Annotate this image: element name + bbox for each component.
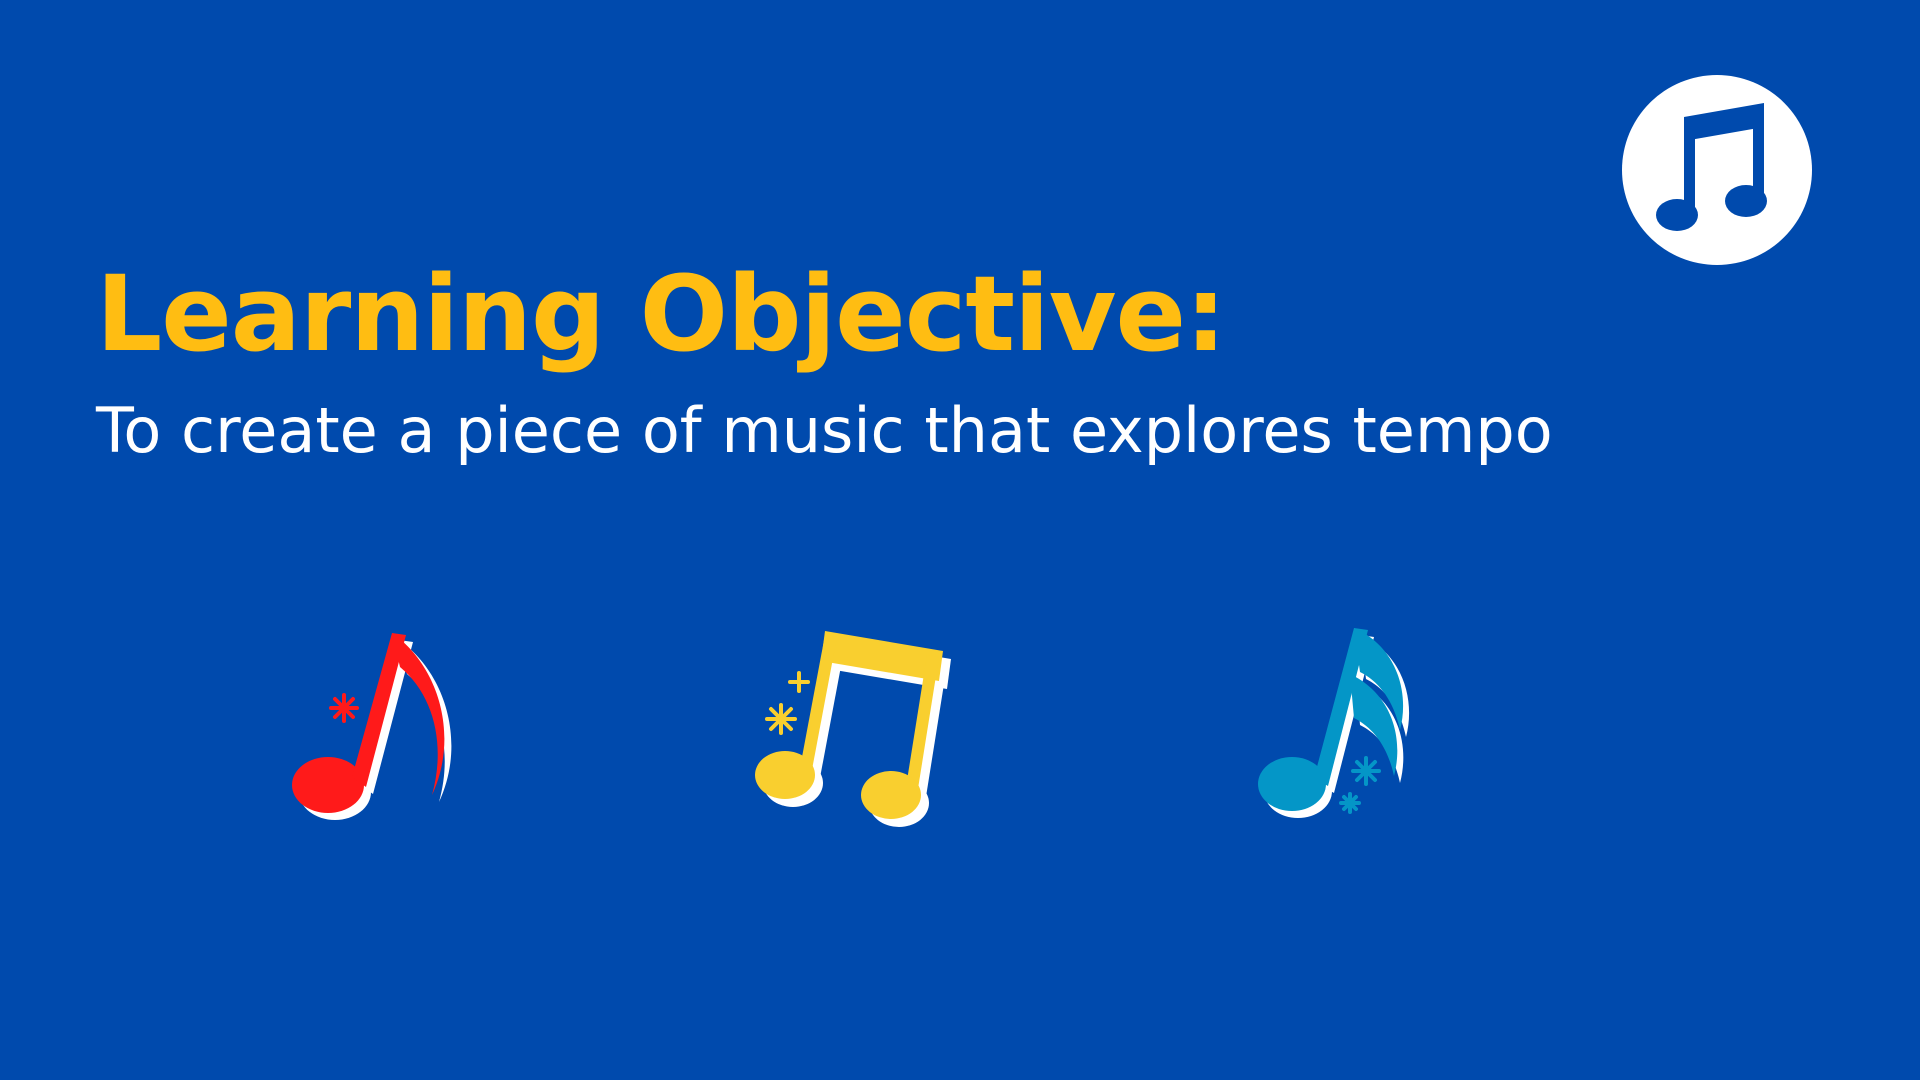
slide: Learning Objective: To create a piece of…: [0, 0, 1920, 1080]
music-badge: [1622, 75, 1812, 265]
learning-objective-text: To create a piece of music that explores…: [96, 394, 1553, 467]
yellow-beamed-notes-icon: [745, 625, 965, 845]
page-title: Learning Objective:: [96, 253, 1227, 375]
beamed-notes-icon: [1656, 103, 1767, 231]
red-note-icon: [288, 625, 458, 845]
blue-sixteenth-note-icon: [1250, 622, 1420, 847]
